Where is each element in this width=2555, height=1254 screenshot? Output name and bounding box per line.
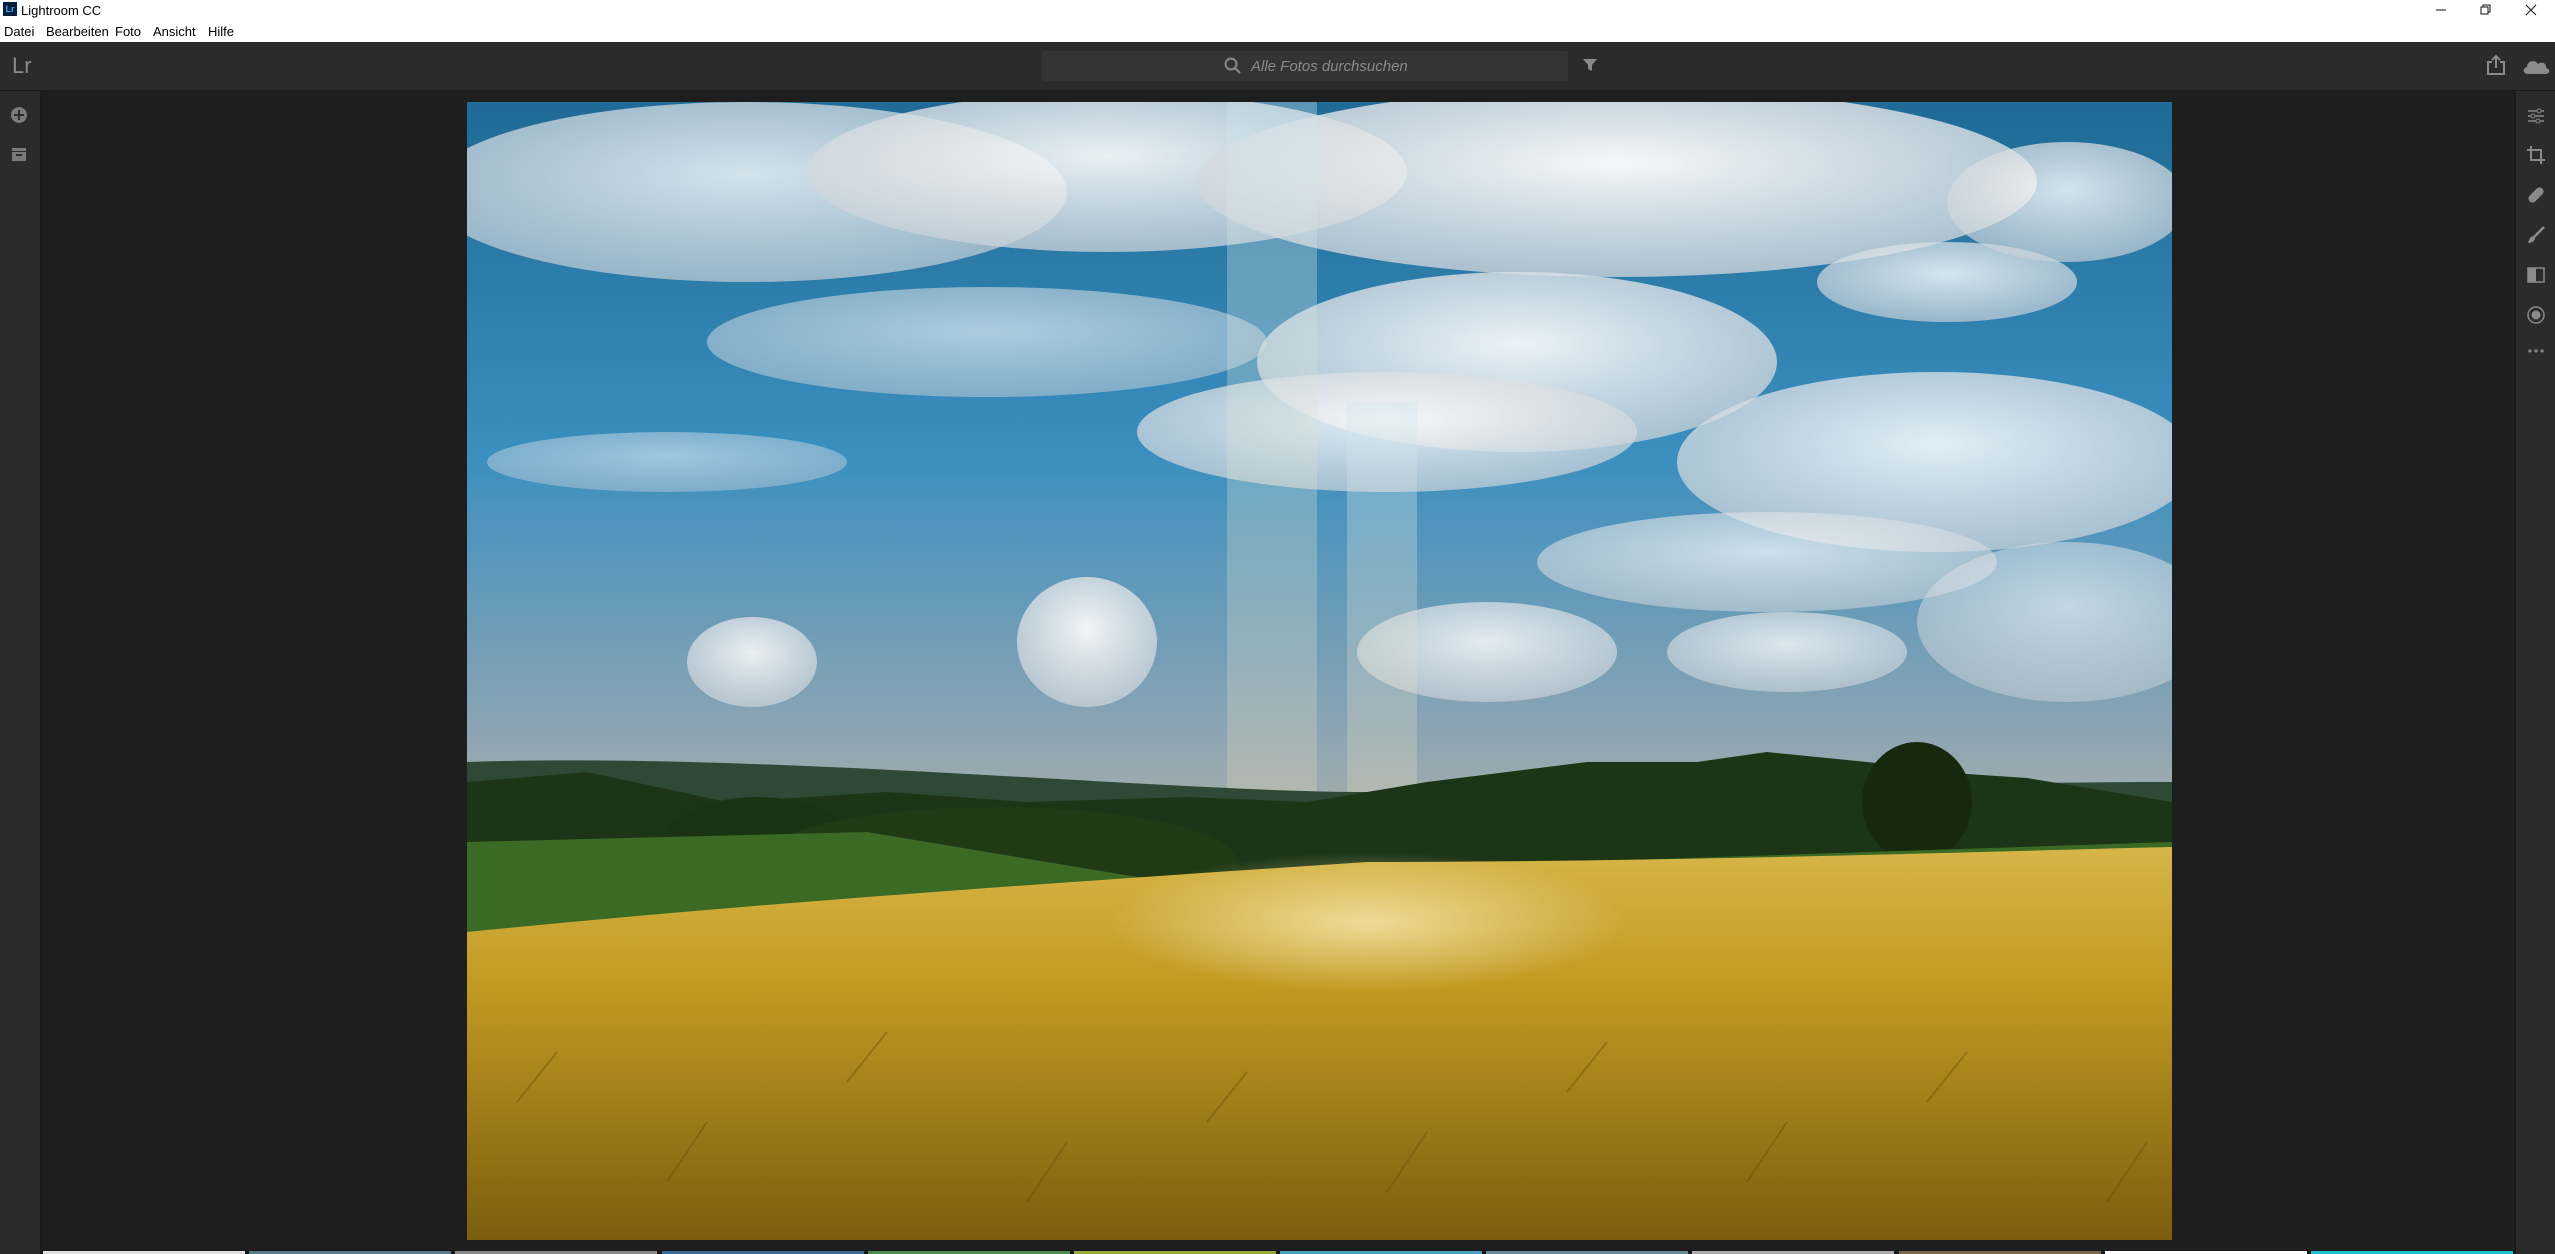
restore-icon (2480, 4, 2490, 15)
radial-gradient-icon[interactable] (2526, 305, 2546, 325)
window-title: Lightroom CC (21, 3, 102, 18)
minimize-icon (2435, 9, 2446, 11)
restore-button[interactable] (2463, 0, 2508, 20)
top-toolbar: Lr Alle Fotos durchsuchen (0, 42, 2555, 91)
main-photo[interactable] (467, 102, 2172, 1240)
menu-bar: Datei Bearbeiten Foto Ansicht Hilfe (0, 20, 2555, 42)
healing-icon[interactable] (2526, 185, 2546, 205)
landscape-photo (467, 102, 2172, 1240)
linear-gradient-icon[interactable] (2526, 265, 2546, 285)
filmstrip (41, 1250, 2515, 1254)
search-field[interactable]: Alle Fotos durchsuchen (1042, 51, 1568, 81)
more-icon[interactable] (2526, 341, 2546, 361)
menu-bearbeiten[interactable]: Bearbeiten (46, 24, 109, 39)
close-icon (2525, 4, 2536, 16)
cloud-icon[interactable] (2521, 56, 2551, 76)
lightroom-app-icon: Lr (3, 2, 17, 16)
share-icon[interactable] (2486, 54, 2506, 76)
left-panel (0, 91, 41, 1254)
search-icon (1224, 57, 1241, 74)
filter-icon[interactable] (1582, 57, 1598, 73)
edit-sliders-icon[interactable] (2526, 106, 2546, 126)
brush-icon[interactable] (2526, 225, 2546, 245)
right-panel (2515, 91, 2555, 1254)
close-button[interactable] (2508, 0, 2553, 20)
add-photos-icon[interactable] (9, 105, 29, 125)
menu-hilfe[interactable]: Hilfe (208, 24, 234, 39)
lr-logo: Lr (12, 53, 32, 78)
crop-icon[interactable] (2526, 145, 2546, 165)
minimize-button[interactable] (2418, 0, 2463, 20)
menu-datei[interactable]: Datei (4, 24, 34, 39)
menu-foto[interactable]: Foto (115, 24, 141, 39)
library-icon[interactable] (9, 144, 29, 164)
title-bar: Lr Lightroom CC (0, 0, 2555, 20)
photo-view (41, 91, 2515, 1254)
menu-ansicht[interactable]: Ansicht (153, 24, 196, 39)
search-placeholder: Alle Fotos durchsuchen (1251, 58, 1408, 75)
